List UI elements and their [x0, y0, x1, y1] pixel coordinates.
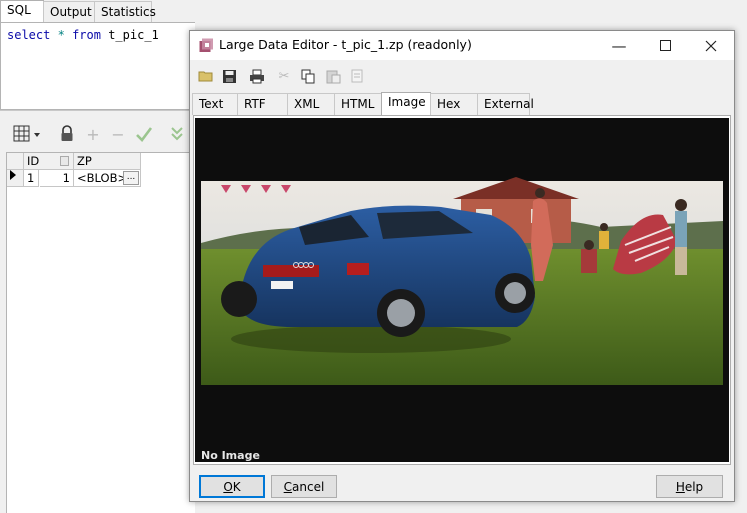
- tab-rtf-label: RTF: [244, 97, 266, 111]
- select-all-icon[interactable]: [348, 67, 366, 85]
- tab-xml-label: XML: [294, 97, 320, 111]
- lock-icon[interactable]: [58, 125, 76, 143]
- image-viewer[interactable]: [195, 118, 729, 462]
- dialog-toolbar: ✂: [190, 62, 734, 90]
- row-number-value: 1: [27, 171, 35, 185]
- cell-zp-value: <BLOB>: [77, 171, 128, 185]
- grid-toolbar: + −: [0, 117, 195, 151]
- tab-sql-label: SQL: [7, 3, 31, 17]
- tab-output-label: Output: [50, 5, 92, 19]
- copy-icon[interactable]: [299, 67, 317, 85]
- post-edit-icon[interactable]: [134, 125, 154, 143]
- blob-image-preview: [201, 177, 723, 385]
- tab-hex-label: Hex: [437, 97, 461, 111]
- sql-star: *: [57, 28, 65, 42]
- editor-tab-strip: Text RTF XML HTML Image Hex External: [192, 92, 534, 115]
- column-header-id[interactable]: ID: [24, 153, 74, 170]
- tab-image-label: Image: [388, 95, 426, 109]
- tab-html[interactable]: HTML: [334, 93, 382, 115]
- cancel-button[interactable]: Cancel: [271, 475, 337, 498]
- cell-id-value: 1: [62, 171, 70, 185]
- ok-mnemonic: O: [223, 479, 233, 494]
- sql-keyword-select: select: [7, 28, 51, 42]
- no-image-label: No Image: [201, 449, 260, 462]
- row-number: 1: [23, 170, 39, 187]
- tab-rtf[interactable]: RTF: [237, 93, 288, 115]
- paste-icon[interactable]: [324, 67, 342, 85]
- row-indicator-header: [7, 153, 24, 170]
- grid-header-row: ID ZP: [7, 153, 141, 170]
- viewer-status-bar: No Image: [195, 447, 729, 462]
- maximize-icon: [659, 40, 671, 51]
- cancel-mnemonic: C: [283, 479, 293, 494]
- print-icon[interactable]: [248, 67, 266, 85]
- cell-id[interactable]: 1: [40, 170, 74, 187]
- sql-keyword-from: from: [72, 28, 101, 42]
- blob-ellipsis-button[interactable]: ...: [123, 171, 139, 185]
- table-row[interactable]: 1 1 <BLOB>...: [7, 170, 141, 187]
- column-header-zp-label: ZP: [77, 154, 92, 168]
- tab-sql[interactable]: SQL: [0, 0, 44, 23]
- sql-table-name: t_pic_1: [108, 28, 159, 42]
- result-grid[interactable]: ID ZP 1 1 <BLOB>...: [6, 152, 195, 513]
- column-header-id-label: ID: [27, 154, 40, 168]
- tab-output[interactable]: Output: [43, 1, 95, 23]
- tab-statistics[interactable]: Statistics: [94, 1, 156, 23]
- sql-tab-strip: SQL Output Statistics: [0, 0, 747, 23]
- editor-splitter[interactable]: [0, 110, 195, 116]
- maximize-button[interactable]: [642, 31, 688, 60]
- dialog-titlebar[interactable]: Large Data Editor - t_pic_1.zp (readonly…: [190, 31, 734, 60]
- delete-row-icon[interactable]: −: [110, 125, 126, 144]
- column-sort-icon[interactable]: [60, 156, 69, 166]
- app-icon: [199, 38, 214, 53]
- add-row-icon[interactable]: +: [85, 125, 101, 144]
- ok-button[interactable]: OK: [199, 475, 265, 498]
- tab-text-label: Text: [199, 97, 224, 111]
- dialog-title: Large Data Editor - t_pic_1.zp (readonly…: [219, 37, 472, 52]
- open-icon[interactable]: [197, 67, 215, 85]
- help-mnemonic: H: [675, 479, 685, 494]
- cancel-label: ancel: [292, 479, 325, 494]
- close-icon: [705, 40, 717, 51]
- sql-editor[interactable]: select * from t_pic_1: [0, 22, 195, 110]
- column-header-zp[interactable]: ZP: [74, 153, 141, 170]
- large-data-editor-dialog: Large Data Editor - t_pic_1.zp (readonly…: [189, 30, 735, 502]
- tab-hex[interactable]: Hex: [430, 93, 478, 115]
- close-button[interactable]: [688, 31, 734, 60]
- tab-external[interactable]: External: [477, 93, 534, 115]
- grid-view-icon[interactable]: [12, 125, 42, 143]
- help-label: elp: [684, 479, 704, 494]
- minimize-icon: —: [611, 36, 627, 55]
- save-icon[interactable]: [220, 67, 238, 85]
- minimize-button[interactable]: —: [596, 31, 642, 60]
- tab-image[interactable]: Image: [381, 92, 431, 115]
- ok-label: K: [232, 479, 241, 494]
- cell-zp[interactable]: <BLOB>...: [74, 170, 141, 187]
- help-button[interactable]: Help: [656, 475, 723, 498]
- tab-text[interactable]: Text: [192, 93, 238, 115]
- tab-xml[interactable]: XML: [287, 93, 335, 115]
- cut-icon[interactable]: ✂: [275, 67, 293, 85]
- current-row-arrow-icon: [10, 170, 16, 180]
- tab-statistics-label: Statistics: [101, 5, 156, 19]
- tab-html-label: HTML: [341, 97, 375, 111]
- sql-statement: select * from t_pic_1: [7, 28, 159, 42]
- filter-down-icon[interactable]: [168, 125, 186, 143]
- tab-external-label: External: [484, 97, 534, 111]
- row-indicator[interactable]: [7, 170, 24, 187]
